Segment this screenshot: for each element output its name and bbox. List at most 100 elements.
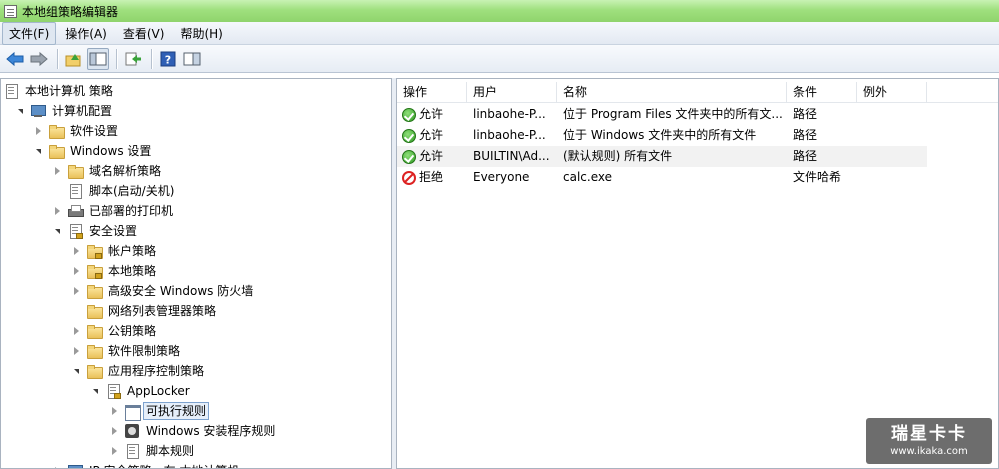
properties-button[interactable] xyxy=(181,48,203,70)
tree-item[interactable]: AppLocker xyxy=(90,381,193,401)
cell-exception xyxy=(857,167,927,188)
expand-arrow-icon[interactable] xyxy=(71,346,81,356)
tree-item-label: 计算机配置 xyxy=(52,104,113,118)
export-list-icon xyxy=(125,52,141,65)
allow-check-icon xyxy=(402,107,416,122)
tree-item-label: Windows 安装程序规则 xyxy=(146,424,276,438)
tree-item[interactable]: 公钥策略 xyxy=(71,321,159,341)
tree-item[interactable]: 高级安全 Windows 防火墙 xyxy=(71,281,256,301)
deny-icon xyxy=(402,170,416,185)
tree-item[interactable]: 脚本(启动/关机) xyxy=(52,181,177,201)
tree-item[interactable]: Windows 设置 xyxy=(33,141,154,161)
tree-item[interactable]: 应用程序控制策略 xyxy=(71,361,207,381)
collapse-arrow-icon[interactable] xyxy=(71,366,81,376)
allow-check-icon xyxy=(402,128,416,143)
watermark-main: 瑞星卡卡 xyxy=(891,424,967,444)
tree-item-label: Windows 设置 xyxy=(70,144,152,158)
tree-item-label: 软件限制策略 xyxy=(108,344,181,358)
doc-icon xyxy=(3,83,19,99)
properties-icon xyxy=(183,52,201,65)
show-hide-tree-icon xyxy=(89,52,107,65)
column-header[interactable]: 用户 xyxy=(467,82,557,103)
cell-exception xyxy=(857,146,927,167)
tree-item[interactable]: 本地策略 xyxy=(71,261,159,281)
tree-item[interactable]: Windows 安装程序规则 xyxy=(109,421,278,441)
expand-arrow-icon[interactable] xyxy=(71,286,81,296)
menu-view[interactable]: 查看(V) xyxy=(116,22,172,45)
column-header[interactable]: 例外 xyxy=(857,82,927,103)
help-button[interactable]: ? xyxy=(157,48,179,70)
expand-arrow-icon[interactable] xyxy=(109,446,119,456)
tree-item-label: 公钥策略 xyxy=(108,324,157,338)
disc-icon xyxy=(124,423,140,439)
folder-icon xyxy=(86,343,103,359)
tree-item-label: 本地计算机 策略 xyxy=(25,84,113,98)
rules-list[interactable]: 操作 用户 名称 条件 例外 允许 linbaohe-P... 位于 Program Fil… xyxy=(396,78,999,469)
cell-action: 允许 xyxy=(397,104,467,125)
up-level-button[interactable] xyxy=(63,48,85,70)
table-row[interactable]: 允许 BUILTIN\Ad... (默认规则) 所有文件 路径 xyxy=(397,146,927,167)
export-list-button[interactable] xyxy=(122,48,144,70)
collapse-arrow-icon[interactable] xyxy=(90,386,100,396)
console-tree[interactable]: 本地计算机 策略计算机配置软件设置 Windows 设置域名解析策略 脚本(启动/关… xyxy=(0,78,392,469)
forward-button[interactable] xyxy=(28,48,50,70)
expand-arrow-icon[interactable] xyxy=(71,246,81,256)
expand-arrow-icon[interactable] xyxy=(52,206,62,216)
computer-icon xyxy=(67,463,83,468)
tree-item[interactable]: 软件设置 xyxy=(33,121,121,141)
expand-arrow-icon[interactable] xyxy=(109,406,119,416)
expand-arrow-icon[interactable] xyxy=(71,326,81,336)
collapse-arrow-icon[interactable] xyxy=(52,226,62,236)
tree-item-label: 已部署的打印机 xyxy=(89,204,174,218)
doc-icon xyxy=(67,183,83,199)
menu-bar: 文件(F) 操作(A) 查看(V) 帮助(H) xyxy=(0,21,999,45)
tree-item[interactable]: 安全设置 xyxy=(52,221,140,241)
back-button[interactable] xyxy=(4,48,26,70)
collapse-arrow-icon[interactable] xyxy=(33,146,43,156)
table-row[interactable]: 允许 linbaohe-P... 位于 Program Files 文件夹中的所有文… xyxy=(397,104,927,125)
show-hide-tree-button[interactable] xyxy=(87,47,109,70)
column-header[interactable]: 条件 xyxy=(787,82,857,103)
column-header[interactable]: 操作 xyxy=(397,82,467,103)
tree-item[interactable]: IP 安全策略，在 本地计算机 xyxy=(52,461,242,468)
site-watermark: 瑞星卡卡 www.ikaka.com xyxy=(866,418,992,464)
window-title: 本地组策略编辑器 xyxy=(22,4,119,19)
tree-item-label: IP 安全策略，在 本地计算机 xyxy=(86,462,242,468)
no-expander xyxy=(71,306,81,316)
cell-action: 允许 xyxy=(397,146,467,167)
tree-item[interactable]: 可执行规则 xyxy=(109,401,210,421)
tree-item-label: 高级安全 Windows 防火墙 xyxy=(108,284,254,298)
expand-arrow-icon[interactable] xyxy=(52,166,62,176)
tree-item-label: 安全设置 xyxy=(89,224,138,238)
action-label: 拒绝 xyxy=(419,170,444,184)
menu-file[interactable]: 文件(F) xyxy=(2,21,57,45)
tree-item[interactable]: 计算机配置 xyxy=(15,101,115,121)
table-row[interactable]: 允许 linbaohe-P... 位于 Windows 文件夹中的所有文件 路径 xyxy=(397,125,927,146)
list-header: 操作 用户 名称 条件 例外 xyxy=(397,82,998,103)
collapse-arrow-icon[interactable] xyxy=(15,106,25,116)
window-icon xyxy=(124,403,141,421)
tree-item[interactable]: 帐户策略 xyxy=(71,241,159,261)
watermark-url: www.ikaka.com xyxy=(890,446,968,457)
menu-help[interactable]: 帮助(H) xyxy=(173,22,229,45)
expand-arrow-icon[interactable] xyxy=(71,266,81,276)
tree-item[interactable]: 已部署的打印机 xyxy=(52,201,176,221)
table-row[interactable]: 拒绝 Everyone calc.exe 文件哈希 xyxy=(397,167,927,188)
tree-item[interactable]: 域名解析策略 xyxy=(52,161,164,181)
forward-arrow-icon xyxy=(30,51,48,66)
tree-item[interactable]: 网络列表管理器策略 xyxy=(71,301,219,321)
cell-user: linbaohe-P... xyxy=(473,107,546,121)
folder-icon xyxy=(48,123,65,139)
no-expander xyxy=(52,186,62,196)
tree-item-label: 帐户策略 xyxy=(108,244,157,258)
column-header[interactable]: 名称 xyxy=(557,82,787,103)
expand-arrow-icon[interactable] xyxy=(109,426,119,436)
cell-name: (默认规则) 所有文件 xyxy=(563,149,673,163)
tree-item[interactable]: 本地计算机 策略 xyxy=(3,81,116,101)
menu-action[interactable]: 操作(A) xyxy=(58,22,114,45)
help-icon: ? xyxy=(160,51,176,66)
expand-arrow-icon[interactable] xyxy=(33,126,43,136)
tree-item[interactable]: 脚本规则 xyxy=(109,441,197,461)
svg-text:?: ? xyxy=(165,53,171,66)
tree-item[interactable]: 软件限制策略 xyxy=(71,341,183,361)
